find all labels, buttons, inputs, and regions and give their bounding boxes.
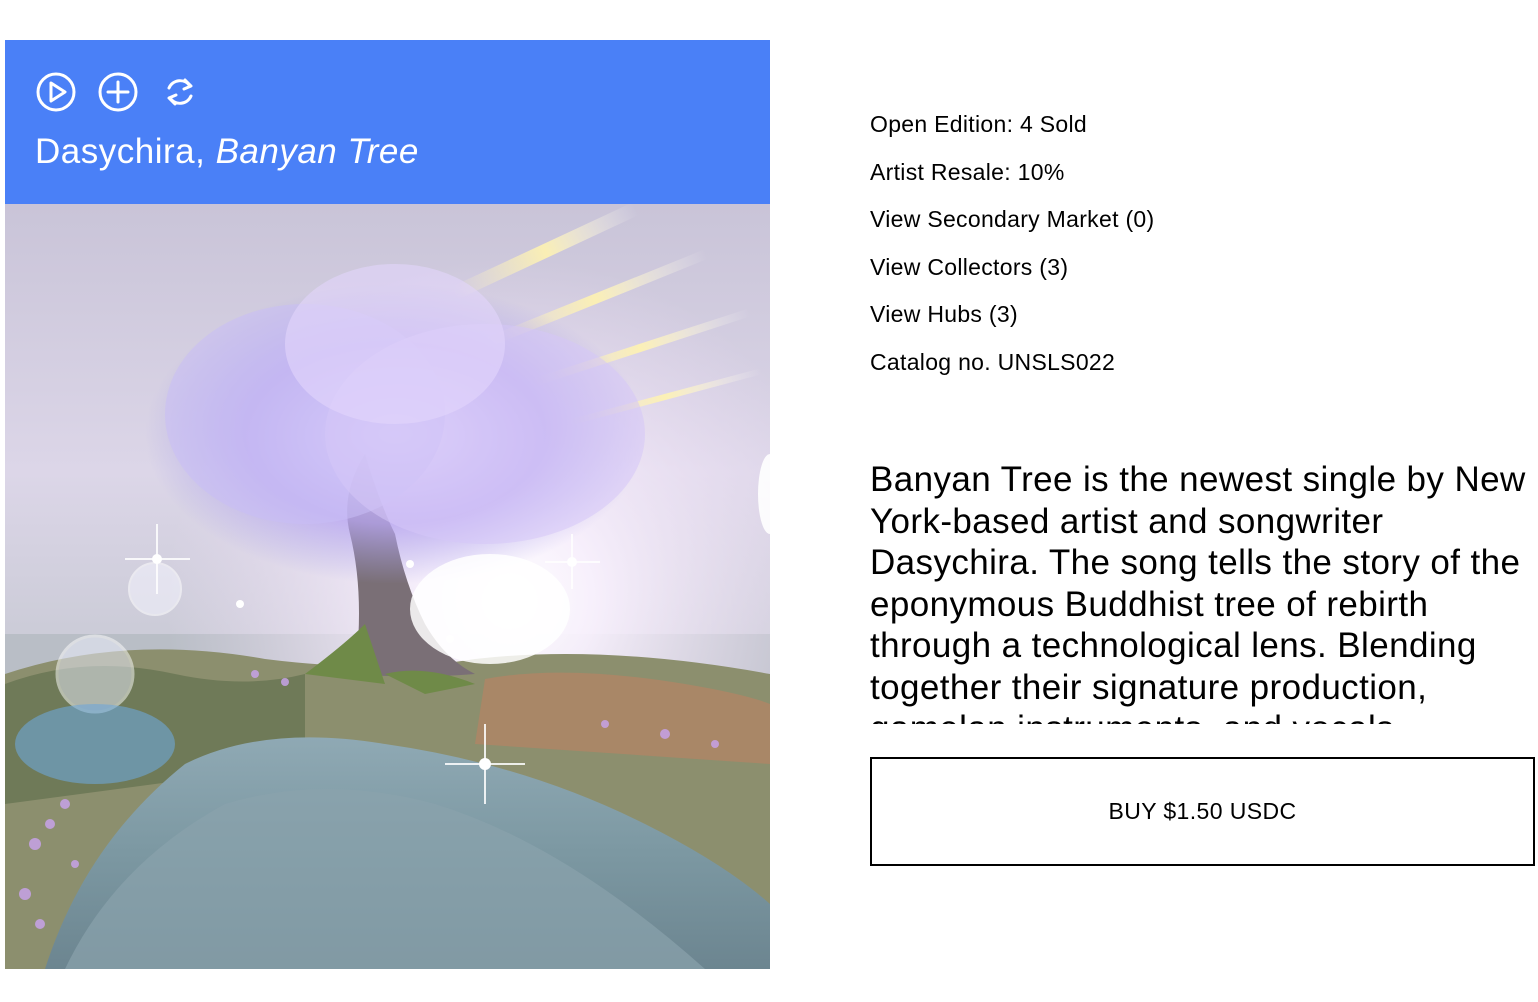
play-circle-icon [36, 72, 76, 112]
artist-name: Dasychira [35, 132, 196, 171]
repeat-button[interactable] [159, 71, 201, 113]
catalog-number: Catalog no. UNSLS022 [870, 348, 1116, 375]
buy-button[interactable]: BUY $1.50 USDC [870, 757, 1535, 866]
refresh-icon [167, 78, 193, 106]
artwork-image [5, 204, 770, 969]
player-controls [35, 71, 221, 113]
collectors-link[interactable]: View Collectors (3) [870, 253, 1535, 301]
release-details: Open Edition: 4 Sold Artist Resale: 10% … [870, 110, 1535, 396]
track-title: Dasychira, Banyan Tree [35, 132, 419, 172]
resale-info: Artist Resale: 10% [870, 158, 1065, 185]
secondary-market-link[interactable]: View Secondary Market (0) [870, 205, 1535, 253]
title-separator: , [195, 132, 216, 171]
add-button[interactable] [97, 71, 139, 113]
release-card: Dasychira, Banyan Tree [5, 40, 770, 969]
edition-info: Open Edition: 4 Sold [870, 111, 1087, 137]
cover-artwork [5, 204, 770, 969]
plus-circle-icon [98, 72, 138, 112]
hubs-link[interactable]: View Hubs (3) [870, 300, 1535, 348]
release-page: Dasychira, Banyan Tree Open Edition: 4 S… [0, 0, 1538, 1002]
song-name: Banyan Tree [215, 132, 419, 171]
buy-button-label: BUY $1.50 USDC [1108, 798, 1297, 824]
release-description: Banyan Tree is the newest single by New … [870, 460, 1526, 724]
player-header: Dasychira, Banyan Tree [5, 40, 770, 204]
play-button[interactable] [35, 71, 77, 113]
